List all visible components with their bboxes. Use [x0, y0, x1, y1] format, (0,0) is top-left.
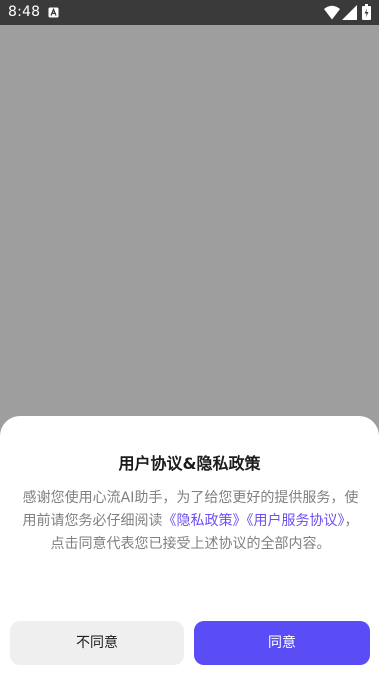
agree-button[interactable]: 同意	[194, 621, 370, 665]
battery-icon	[362, 4, 371, 20]
status-bar: 8:48	[0, 0, 379, 25]
a-notification-icon	[48, 7, 59, 18]
privacy-policy-link[interactable]: 《隐私政策》	[163, 513, 247, 529]
agreement-text: 感谢您使用心流AI助手，为了给您更好的提供服务，使用前请您务必仔细阅读《隐私政策…	[20, 487, 361, 556]
status-time: 8:48	[8, 4, 41, 20]
user-agreement-link[interactable]: 《用户服务协议》	[247, 513, 345, 529]
cellular-signal-icon	[342, 5, 357, 20]
wifi-icon	[324, 5, 340, 20]
sheet-title: 用户协议&隐私政策	[118, 454, 261, 473]
privacy-agreement-sheet: 用户协议&隐私政策 感谢您使用心流AI助手，为了给您更好的提供服务，使用前请您务…	[0, 416, 379, 675]
decline-button[interactable]: 不同意	[10, 621, 184, 665]
